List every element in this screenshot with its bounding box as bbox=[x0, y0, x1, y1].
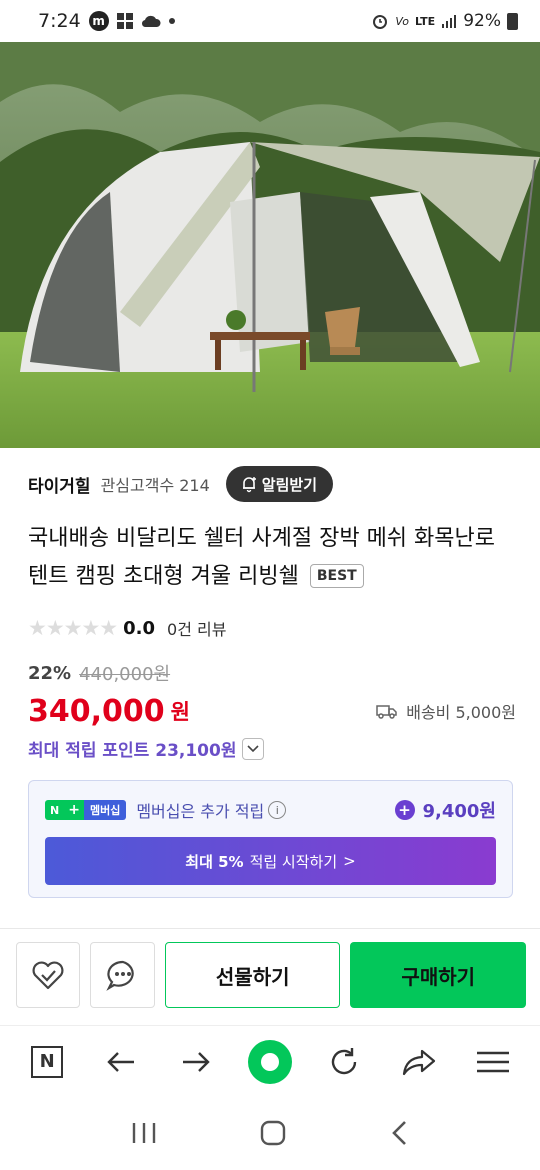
arrow-right-icon bbox=[182, 1051, 210, 1072]
product-title-text: 국내배송 비달리도 쉘터 사계절 장박 메쉬 화목난로 텐트 캠핑 초대형 겨울… bbox=[28, 526, 496, 589]
messenger-icon: m bbox=[88, 11, 109, 31]
membership-extra-points: 9,400원 bbox=[422, 801, 497, 822]
recent-apps-icon bbox=[132, 1123, 156, 1143]
cloud-icon bbox=[141, 15, 161, 28]
membership-button-bold: 최대 5% bbox=[185, 852, 244, 871]
naver-home-label: N bbox=[39, 1051, 55, 1072]
truck-icon bbox=[376, 705, 397, 719]
chevron-down-icon[interactable] bbox=[242, 737, 265, 760]
sale-price: 340,000 bbox=[28, 693, 165, 729]
volte-icon: Vo bbox=[395, 14, 409, 28]
naver-n-label: N bbox=[45, 800, 65, 820]
membership-start-button[interactable]: 최대 5% 적립 시작하기 > bbox=[45, 837, 496, 885]
alarm-icon bbox=[373, 15, 388, 29]
system-back-button[interactable] bbox=[389, 1119, 409, 1151]
rating-row[interactable]: ★★★★★ 0.0 0건 리뷰 bbox=[28, 614, 226, 642]
home-button[interactable] bbox=[259, 1119, 287, 1151]
buy-button[interactable]: 구매하기 bbox=[350, 942, 526, 1008]
shipping-fee: 배송비 5,000원 bbox=[406, 703, 516, 722]
membership-amount: + 9,400원 bbox=[394, 797, 497, 823]
chevron-left-icon bbox=[392, 1121, 406, 1145]
hamburger-menu-icon bbox=[476, 1051, 509, 1072]
plus-circle-icon: + bbox=[394, 800, 415, 820]
forward-button[interactable] bbox=[171, 1037, 221, 1087]
green-dot-icon bbox=[247, 1039, 292, 1084]
notification-dot-icon bbox=[168, 18, 175, 24]
back-button[interactable] bbox=[96, 1037, 146, 1087]
points-row[interactable]: 최대 적립 포인트 23,100원 bbox=[28, 736, 265, 761]
bell-plus-icon bbox=[242, 477, 256, 493]
refresh-button[interactable] bbox=[319, 1037, 369, 1087]
membership-button-label: 적립 시작하기 bbox=[249, 852, 338, 871]
discount-row: 22% 440,000원 bbox=[28, 660, 170, 686]
alert-button-label: 알림받기 bbox=[261, 475, 317, 494]
membership-box: N + 멤버십 멤버십은 추가 적립 i + 9,400원 최대 5% 적립 시… bbox=[28, 780, 513, 898]
info-icon[interactable]: i bbox=[268, 801, 287, 819]
action-bar: 선물하기 구매하기 bbox=[16, 942, 526, 1010]
wishlist-button[interactable] bbox=[16, 942, 81, 1008]
chevron-right-icon: > bbox=[343, 852, 356, 870]
max-points-label: 최대 적립 포인트 23,100원 bbox=[28, 741, 237, 761]
refresh-icon bbox=[332, 1047, 357, 1074]
naver-n-icon: N bbox=[31, 1045, 64, 1078]
arrow-left-icon bbox=[107, 1051, 135, 1072]
chat-bubble-icon bbox=[106, 960, 134, 991]
rating-stars-icon: ★★★★★ bbox=[28, 616, 118, 640]
battery-percent: 92% bbox=[463, 11, 501, 31]
heart-check-icon bbox=[32, 961, 64, 990]
best-badge: BEST bbox=[309, 564, 364, 588]
product-image[interactable] bbox=[0, 42, 540, 448]
network-type: LTE bbox=[414, 14, 436, 28]
rating-score: 0.0 bbox=[123, 617, 156, 639]
store-fans-count: 관심고객수 214 bbox=[100, 476, 210, 495]
browser-toolbar: N bbox=[0, 1025, 540, 1097]
alert-subscribe-button[interactable]: 알림받기 bbox=[225, 466, 333, 502]
plus-label: + bbox=[64, 800, 84, 820]
membership-tag: 멤버십 bbox=[83, 800, 127, 820]
price-currency: 원 bbox=[170, 700, 190, 724]
green-dot-button[interactable] bbox=[245, 1037, 295, 1087]
discount-percent: 22% bbox=[28, 662, 72, 684]
battery-icon bbox=[507, 12, 518, 30]
store-name[interactable]: 타이거힐 bbox=[28, 472, 91, 497]
share-button[interactable] bbox=[394, 1037, 444, 1087]
recent-apps-button[interactable] bbox=[131, 1121, 157, 1149]
review-count[interactable]: 0건 리뷰 bbox=[167, 616, 226, 640]
original-price: 440,000원 bbox=[79, 664, 171, 685]
store-row: 타이거힐 관심고객수 214 알림받기 bbox=[28, 466, 518, 502]
membership-text: 멤버십은 추가 적립 bbox=[136, 802, 265, 821]
chat-button[interactable] bbox=[90, 942, 155, 1008]
naver-home-button[interactable]: N bbox=[22, 1037, 72, 1087]
section-divider bbox=[0, 928, 540, 929]
status-time: 7:24 bbox=[38, 10, 81, 32]
status-bar: 7:24 m Vo LTE 92% bbox=[0, 0, 540, 42]
share-arrow-icon bbox=[402, 1049, 435, 1075]
system-navigation-bar bbox=[0, 1100, 540, 1170]
gift-button[interactable]: 선물하기 bbox=[164, 942, 341, 1008]
shipping-info: 배송비 5,000원 bbox=[376, 699, 516, 723]
home-icon bbox=[260, 1120, 286, 1146]
apps-grid-icon bbox=[116, 13, 133, 29]
menu-button[interactable] bbox=[468, 1037, 518, 1087]
price-row: 340,000 원 배송비 5,000원 bbox=[28, 690, 516, 732]
naver-plus-membership-logo: N + 멤버십 bbox=[45, 800, 127, 820]
signal-icon bbox=[442, 15, 457, 28]
product-title: 국내배송 비달리도 쉘터 사계절 장박 메쉬 화목난로 텐트 캠핑 초대형 겨울… bbox=[28, 520, 518, 596]
